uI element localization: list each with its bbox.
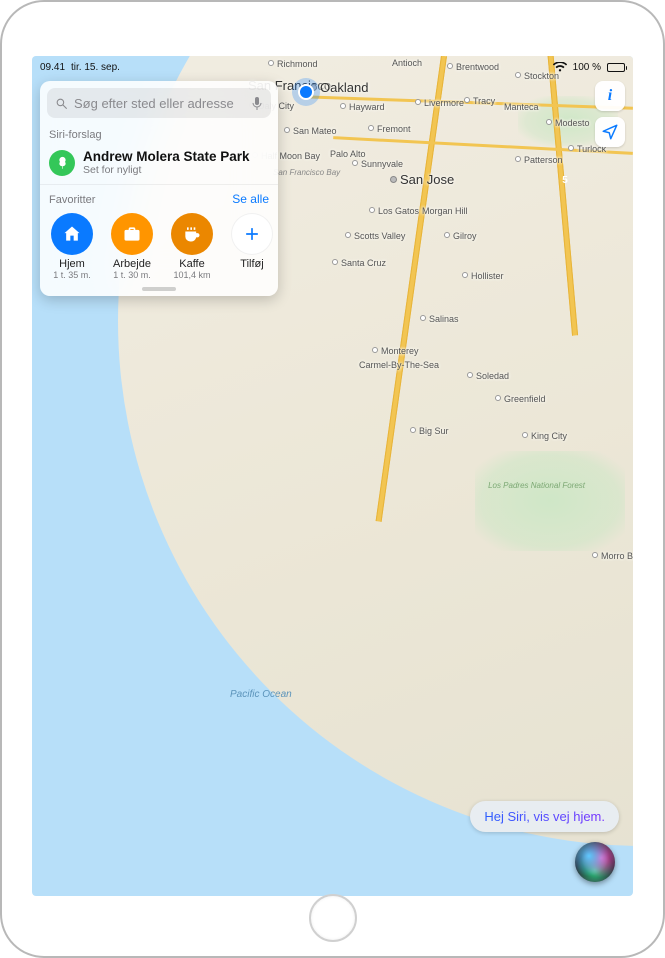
park-icon <box>49 150 75 176</box>
city-label[interactable]: Scotts Valley <box>345 231 405 241</box>
city-label[interactable]: Patterson <box>515 155 563 165</box>
battery-icon <box>607 63 625 72</box>
favorites-header: Favoritter Se alle <box>40 185 278 210</box>
city-label[interactable]: Big Sur <box>410 426 449 436</box>
plus-icon <box>231 213 273 255</box>
shield-interstate-5: 5 <box>556 171 574 189</box>
screen: 5 RichmondSan FranciscoOaklandHaywardFre… <box>32 56 633 896</box>
favorite-sub: 101,4 km <box>173 270 210 280</box>
favorite-label: Tilføj <box>240 258 263 270</box>
map-controls: i <box>595 81 625 147</box>
city-label[interactable]: Monterey <box>372 346 419 356</box>
user-location-dot[interactable] <box>298 84 314 100</box>
siri-suggestion-text: Andrew Molera State Park Set for nyligt <box>83 149 250 176</box>
ipad-device-frame: 5 RichmondSan FranciscoOaklandHaywardFre… <box>0 0 665 958</box>
briefcase-icon <box>111 213 153 255</box>
favorite-item[interactable]: Arbejde1 t. 30 m. <box>109 213 155 280</box>
city-label[interactable]: Modesto <box>546 118 590 128</box>
info-icon: i <box>608 87 612 105</box>
search-placeholder: Søg efter sted eller adresse <box>74 96 245 111</box>
favorite-sub: 1 t. 35 m. <box>53 270 91 280</box>
search-icon <box>55 97 68 110</box>
status-time: 09.41 <box>40 62 65 73</box>
search-field[interactable]: Søg efter sted eller adresse <box>47 88 271 118</box>
battery-text: 100 % <box>573 62 601 73</box>
siri-orb-button[interactable] <box>575 842 615 882</box>
city-label[interactable]: Oakland <box>310 80 368 95</box>
coffee-icon <box>171 213 213 255</box>
city-label[interactable]: Livermore <box>415 98 464 108</box>
city-label[interactable]: San Mateo <box>284 126 337 136</box>
wifi-icon <box>553 62 567 72</box>
bay-label: San Francisco Bay <box>273 168 340 177</box>
map-info-button[interactable]: i <box>595 81 625 111</box>
city-label[interactable]: Los Gatos <box>369 206 419 216</box>
city-label[interactable]: Tracy <box>464 96 495 106</box>
city-label[interactable]: Morgan Hill <box>422 206 468 216</box>
favorite-label: Kaffe <box>179 258 205 270</box>
city-label[interactable]: King City <box>522 431 567 441</box>
city-label[interactable]: Morro Bay <box>592 551 633 561</box>
city-label[interactable]: Sunnyvale <box>352 159 403 169</box>
favorite-item[interactable]: Tilføj <box>229 213 275 270</box>
map-forest-area <box>475 451 625 551</box>
status-date: tir. 15. sep. <box>71 62 120 73</box>
favorite-label: Hjem <box>59 258 85 270</box>
city-label[interactable]: Gilroy <box>444 231 477 241</box>
home-icon <box>51 213 93 255</box>
city-label[interactable]: Hayward <box>340 102 385 112</box>
siri-suggestions-label: Siri-forslag <box>40 122 278 145</box>
favorite-item[interactable]: Hjem1 t. 35 m. <box>49 213 95 280</box>
city-label[interactable]: Soledad <box>467 371 509 381</box>
ocean-label: Pacific Ocean <box>230 689 292 701</box>
favorites-label: Favoritter <box>49 194 95 206</box>
city-label[interactable]: Carmel-By-The-Sea <box>359 360 439 370</box>
city-label[interactable]: Salinas <box>420 314 459 324</box>
dictate-icon[interactable] <box>251 96 263 111</box>
panel-grabber[interactable] <box>142 287 176 291</box>
favorites-row: Hjem1 t. 35 m. Arbejde1 t. 30 m. Kaffe101,… <box>40 210 278 280</box>
siri-transcript-bubble: Hej Siri, vis vej hjem. <box>470 801 619 832</box>
park-label: Los Padres National Forest <box>488 481 585 491</box>
siri-suggestion-item[interactable]: Andrew Molera State Park Set for nyligt <box>40 145 278 185</box>
suggestion-subtitle: Set for nyligt <box>83 164 250 176</box>
city-label[interactable]: San Jose <box>390 172 454 187</box>
city-label[interactable]: Fremont <box>368 124 411 134</box>
suggestion-title: Andrew Molera State Park <box>83 149 250 164</box>
home-button[interactable] <box>309 894 357 942</box>
city-label[interactable]: Palo Alto <box>330 149 366 159</box>
favorite-label: Arbejde <box>113 258 151 270</box>
search-panel: Søg efter sted eller adresse Siri-forsla… <box>40 81 278 296</box>
siri-transcript-text: Hej Siri, vis vej hjem. <box>484 809 605 824</box>
city-label[interactable]: Manteca <box>504 102 539 112</box>
locate-icon <box>601 123 619 141</box>
map-locate-button[interactable] <box>595 117 625 147</box>
city-label[interactable]: Hollister <box>462 271 504 281</box>
city-label[interactable]: Santa Cruz <box>332 258 386 268</box>
favorites-see-all-link[interactable]: Se alle <box>232 192 269 206</box>
favorite-sub: 1 t. 30 m. <box>113 270 151 280</box>
city-label[interactable]: Greenfield <box>495 394 546 404</box>
favorite-item[interactable]: Kaffe101,4 km <box>169 213 215 280</box>
status-bar: 09.41 tir. 15. sep. 100 % <box>32 56 633 76</box>
